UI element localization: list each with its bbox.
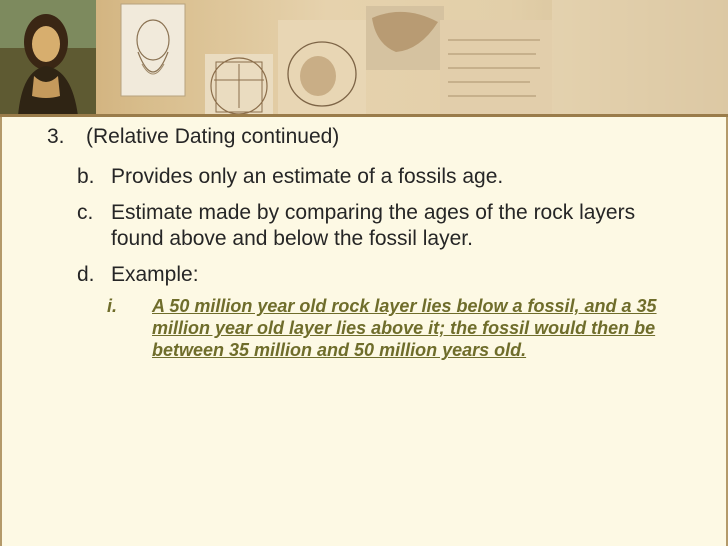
example-marker: i. — [107, 296, 118, 316]
point-text: Provides only an estimate of a fossils a… — [111, 165, 504, 188]
point-text: found above and below the fossil layer. — [111, 227, 473, 250]
slide-content: 3. (Relative Dating continued) b. Provid… — [0, 117, 728, 546]
faded-parchment — [552, 0, 728, 116]
point-marker: b. — [77, 165, 95, 188]
point-marker: c. — [77, 201, 94, 224]
item-heading: (Relative Dating continued) — [86, 125, 340, 148]
example-text-line-3: between 35 million and 50 million years … — [152, 340, 527, 360]
sketch-notes — [440, 20, 552, 116]
point-text: Estimate made by comparing the ages of t… — [111, 201, 636, 224]
example-text-line-1: A 50 million year old rock layer lies be… — [152, 296, 657, 316]
header-banner — [0, 0, 728, 116]
portrait-image — [0, 0, 96, 116]
sketch-self-portrait — [120, 3, 186, 97]
banner-artwork — [0, 0, 728, 116]
item-number: 3. — [47, 125, 65, 148]
point-text: Example: — [111, 263, 199, 286]
point-marker: d. — [77, 263, 95, 286]
sketch-anatomy — [278, 6, 444, 116]
sketch-vitruvian-man — [205, 54, 273, 116]
example-text-line-2: million year old layer lies above it; th… — [152, 318, 656, 338]
